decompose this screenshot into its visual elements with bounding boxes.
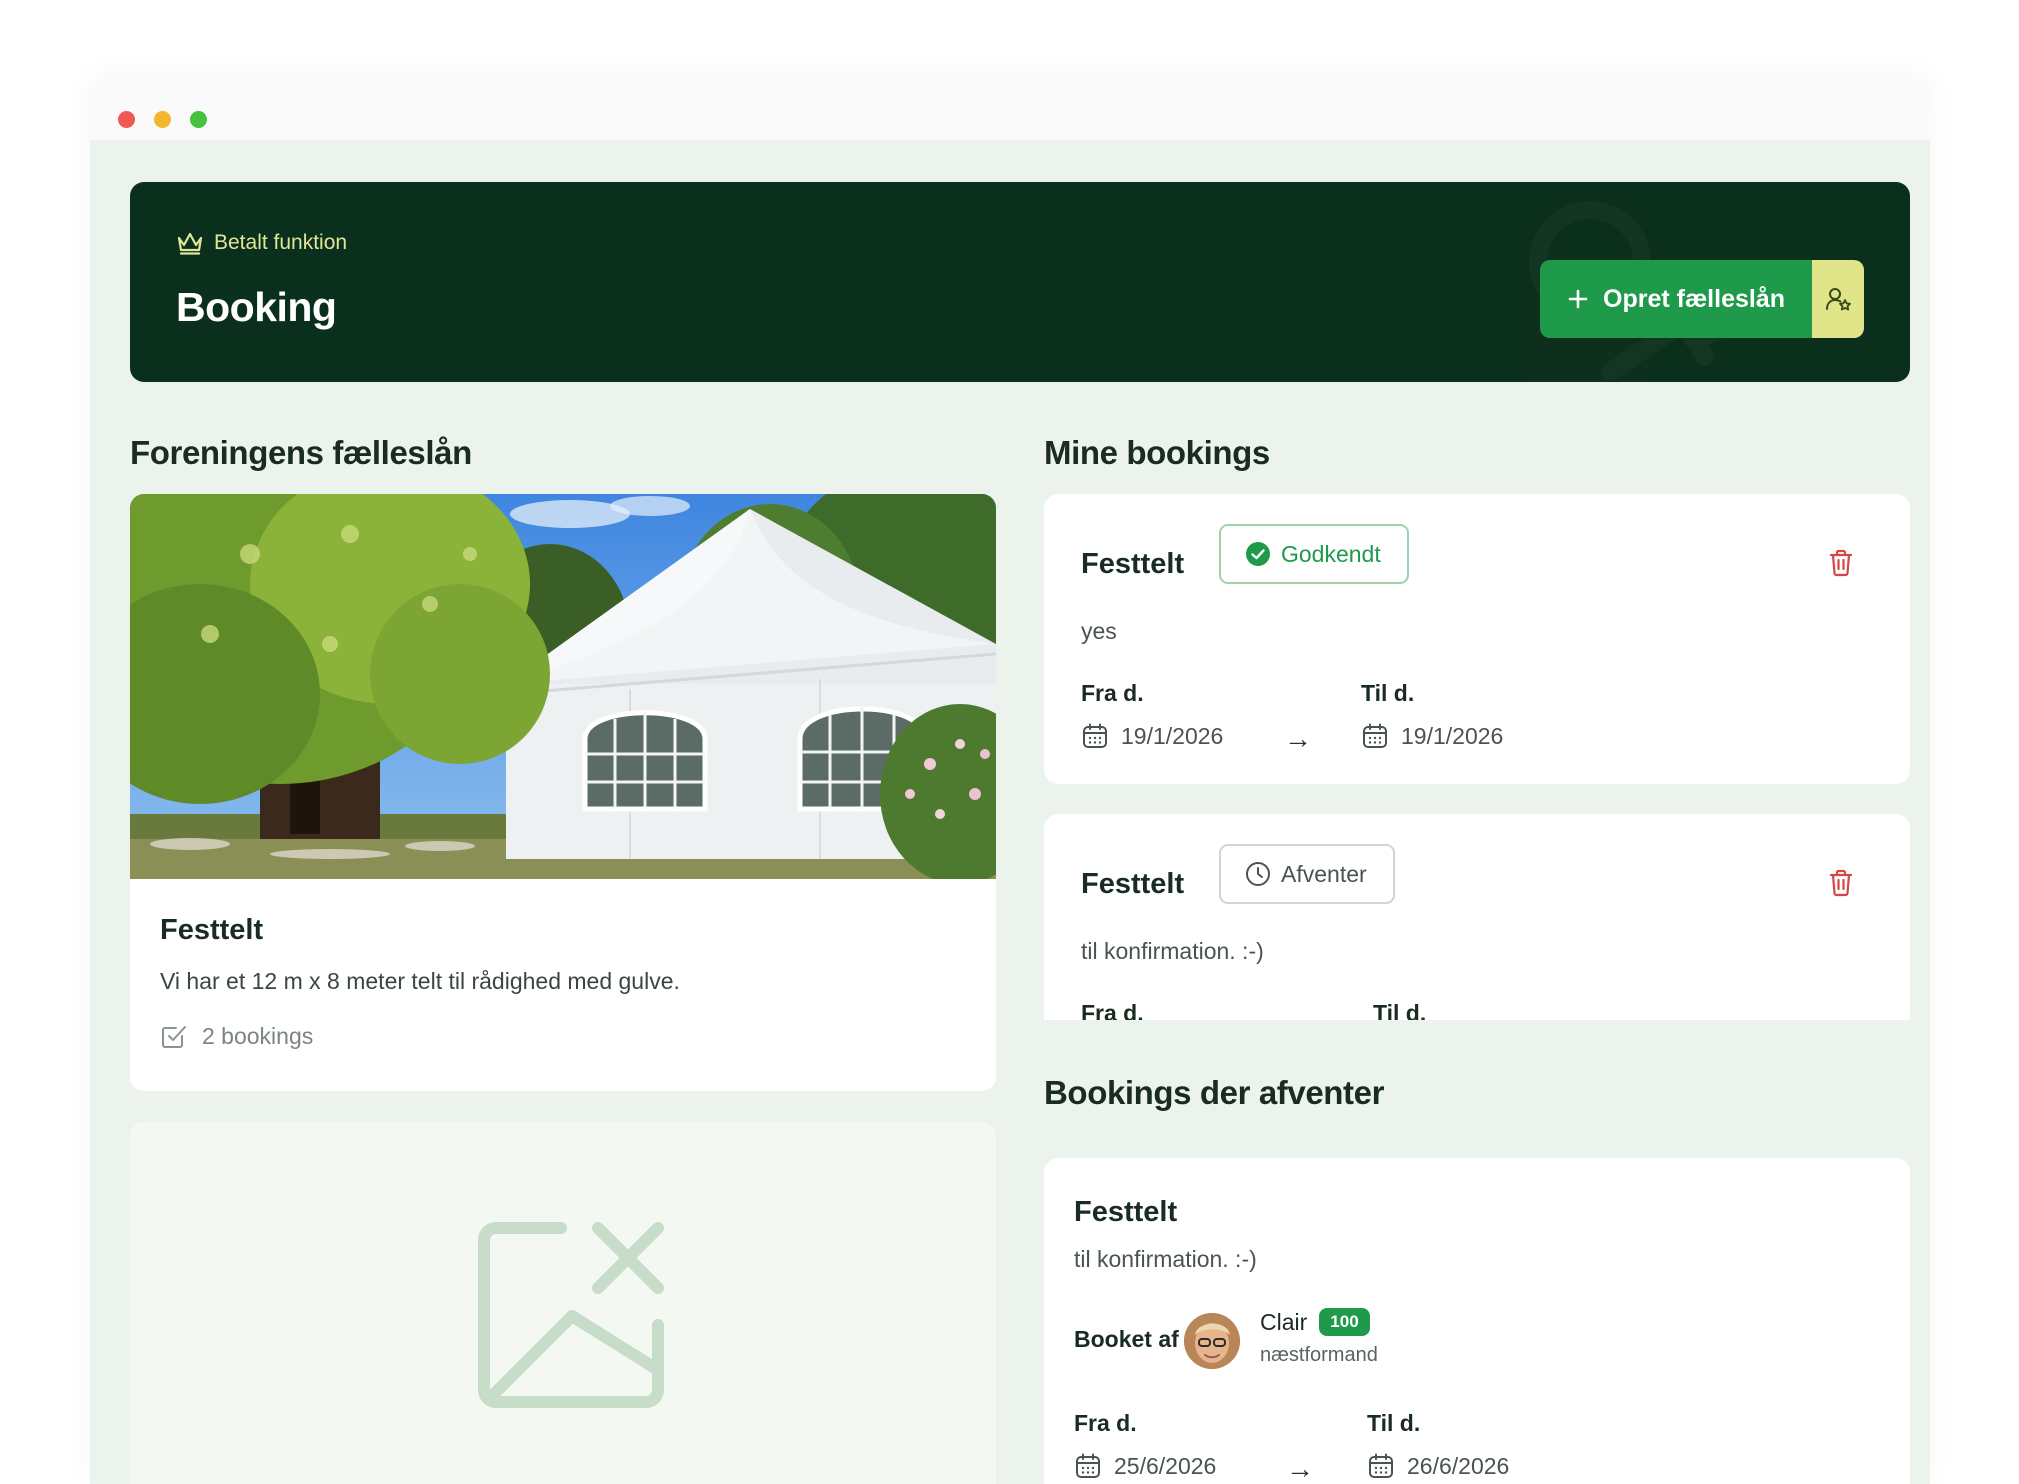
tent-photo [130,494,996,879]
from-date-value: 25/6/2026 [1114,1452,1217,1479]
to-date: 26/6/2026 [1367,1452,1509,1480]
clock-icon [1246,862,1270,886]
page-content: Betalt funktion Booking Opret fælleslån [90,140,1930,1484]
image-missing-icon [478,1222,664,1408]
to-label: Til d. [1361,680,1415,706]
pending-bookings-section-title: Bookings der afventer [1044,1074,1385,1111]
from-label: Fra d. [1081,1000,1144,1020]
close-window-dot[interactable] [118,111,135,128]
calendar-icon [1083,723,1107,748]
loans-section-title: Foreningens fælleslån [130,434,472,471]
from-label: Fra d. [1074,1410,1137,1436]
to-date: 19/1/2026 [1361,722,1503,750]
trash-icon[interactable] [1828,549,1854,577]
from-date: 25/6/2026 [1074,1452,1216,1480]
to-label: Til d. [1373,1000,1427,1020]
plus-icon [1568,289,1588,309]
loan-booking-count: 2 bookings [160,1022,313,1050]
from-label: Fra d. [1081,680,1144,706]
user-points-badge: 100 [1319,1308,1370,1336]
user-role: næstformand [1260,1344,1378,1366]
status-badge-approved: Godkendt [1219,524,1409,584]
calendar-icon [1363,723,1387,748]
to-date-value: 26/6/2026 [1407,1452,1510,1479]
arrow-right-icon: → [1286,1453,1314,1484]
create-loan-group: Opret fælleslån [1540,260,1864,338]
minimize-window-dot[interactable] [154,111,171,128]
maximize-window-dot[interactable] [190,111,207,128]
booking-note: til konfirmation. :-) [1074,1246,1257,1272]
browser-window: Betalt funktion Booking Opret fælleslån [90,80,1930,1484]
from-date: 19/1/2026 [1081,722,1223,750]
check-circle-icon [1246,542,1270,566]
status-badge-pending: Afventer [1219,844,1395,904]
create-loan-label: Opret fælleslån [1603,284,1785,313]
arrow-right-icon: → [1284,723,1312,754]
loan-description: Vi har et 12 m x 8 meter telt til rådigh… [160,968,680,994]
admin-user-button[interactable] [1812,260,1864,338]
booked-by-user: Clair 100 [1260,1308,1370,1336]
status-label: Afventer [1281,860,1367,887]
status-label: Godkendt [1281,540,1381,567]
my-booking-card[interactable]: Festtelt Godkendt yes Fra d. Til d. 19/1… [1044,494,1910,784]
booked-by-label: Booket af [1074,1326,1179,1352]
loan-card[interactable]: Festtelt Vi har et 12 m x 8 meter telt t… [130,494,996,1091]
page-title: Booking [176,284,337,330]
user-name: Clair [1260,1308,1308,1335]
booking-name: Festtelt [1074,1196,1178,1228]
avatar[interactable] [1184,1313,1240,1369]
paid-feature-badge: Betalt funktion [176,230,347,256]
my-booking-card[interactable]: Festtelt Afventer til konfirmation. :-) [1044,814,1910,1020]
check-square-icon [162,1026,186,1048]
booking-name: Festtelt [1081,868,1185,900]
loan-booking-count-label: 2 bookings [202,1022,314,1049]
booking-name: Festtelt [1081,548,1185,580]
create-loan-button[interactable]: Opret fælleslån [1540,260,1812,338]
calendar-icon [1076,1453,1100,1478]
paid-feature-label: Betalt funktion [214,231,348,254]
crown-icon [177,232,203,255]
from-date-value: 19/1/2026 [1121,722,1224,749]
to-label: Til d. [1367,1410,1421,1436]
pending-booking-card[interactable]: Festtelt til konfirmation. :-) Booket af… [1044,1158,1910,1484]
calendar-icon [1369,1453,1393,1478]
trash-icon[interactable] [1828,869,1854,897]
my-bookings-section-title: Mine bookings [1044,434,1270,471]
loan-card-placeholder[interactable] [130,1122,996,1484]
booking-note: til konfirmation. :-) [1081,938,1264,964]
page-header-banner: Betalt funktion Booking Opret fælleslån [130,182,1910,382]
booking-note: yes [1081,618,1117,644]
user-star-icon [1826,288,1851,311]
loan-name: Festtelt [160,914,264,946]
my-bookings-list[interactable]: Festtelt Godkendt yes Fra d. Til d. 19/1… [1044,494,1910,1020]
to-date-value: 19/1/2026 [1401,722,1504,749]
window-titlebar [90,80,1930,140]
